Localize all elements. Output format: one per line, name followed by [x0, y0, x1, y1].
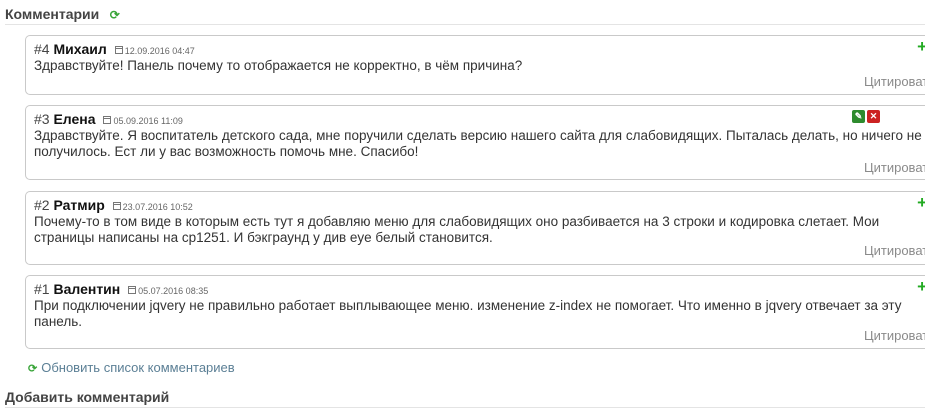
comment-author: Ратмир: [53, 197, 105, 213]
refresh-comments-link[interactable]: ⟳ Обновить список комментариев: [28, 360, 235, 375]
calendar-icon: [103, 116, 112, 124]
add-comment-icon[interactable]: +: [917, 38, 925, 56]
quote-button[interactable]: Цитировать: [864, 328, 925, 344]
approve-icon[interactable]: ✎: [852, 110, 865, 123]
calendar-icon: [112, 202, 121, 210]
quote-button[interactable]: Цитировать: [864, 74, 925, 90]
comments-header: Комментарии ⟳: [5, 6, 925, 25]
add-comment-title: Добавить комментарий: [5, 389, 170, 405]
comment-date: 23.07.2016 10:52: [122, 202, 193, 212]
moderation-icons: ✎ ✕: [852, 110, 882, 128]
comment-date: 12.09.2016 04:47: [124, 46, 195, 56]
comment-text: При подключении jqvery не правильно рабо…: [34, 298, 902, 329]
comment-number: #3: [34, 111, 50, 127]
calendar-icon: [128, 286, 137, 294]
refresh-comments-label: Обновить список комментариев: [41, 360, 235, 375]
refresh-icon: ⟳: [28, 363, 38, 375]
comment-meta: #4 Михаил 12.09.2016 04:47: [34, 41, 195, 59]
calendar-icon: [114, 46, 123, 54]
quote-button[interactable]: Цитировать: [864, 243, 925, 259]
comment-text: Почему-то в том виде в которым есть тут …: [34, 214, 880, 245]
comment-text: Здравствуйте! Панель почему то отображае…: [34, 58, 523, 73]
add-comment-icon[interactable]: +: [917, 194, 925, 212]
comment-meta: #3 Елена 05.09.2016 11:09: [34, 111, 183, 129]
comment-item: #2 Ратмир 23.07.2016 10:52 + Почему-то в…: [25, 191, 925, 265]
comment-author: Михаил: [53, 41, 107, 57]
add-comment-header: Добавить комментарий: [5, 389, 925, 408]
comment-item: #3 Елена 05.09.2016 11:09 ✎ ✕ Здравствуйт…: [25, 105, 925, 180]
comment-meta: #1 Валентин 05.07.2016 08:35: [34, 281, 208, 299]
comment-author: Елена: [53, 111, 96, 127]
comment-author: Валентин: [53, 281, 121, 297]
comment-number: #2: [34, 197, 50, 213]
comments-title: Комментарии: [5, 6, 100, 22]
add-comment-icon[interactable]: +: [917, 278, 925, 296]
comment-date: 05.07.2016 08:35: [138, 286, 209, 296]
comment-text: Здравствуйте. Я воспитатель детского сад…: [34, 128, 922, 159]
comment-date: 05.09.2016 11:09: [113, 116, 183, 126]
comment-number: #4: [34, 41, 50, 57]
reject-icon[interactable]: ✕: [867, 110, 880, 123]
comment-number: #1: [34, 281, 50, 297]
comment-meta: #2 Ратмир 23.07.2016 10:52: [34, 197, 193, 215]
refresh-icon[interactable]: ⟳: [110, 8, 120, 22]
quote-button[interactable]: Цитировать: [864, 160, 925, 176]
comment-item: #4 Михаил 12.09.2016 04:47 + Здравствуйт…: [25, 35, 925, 95]
comment-item: #1 Валентин 05.07.2016 08:35 + При подкл…: [25, 275, 925, 349]
